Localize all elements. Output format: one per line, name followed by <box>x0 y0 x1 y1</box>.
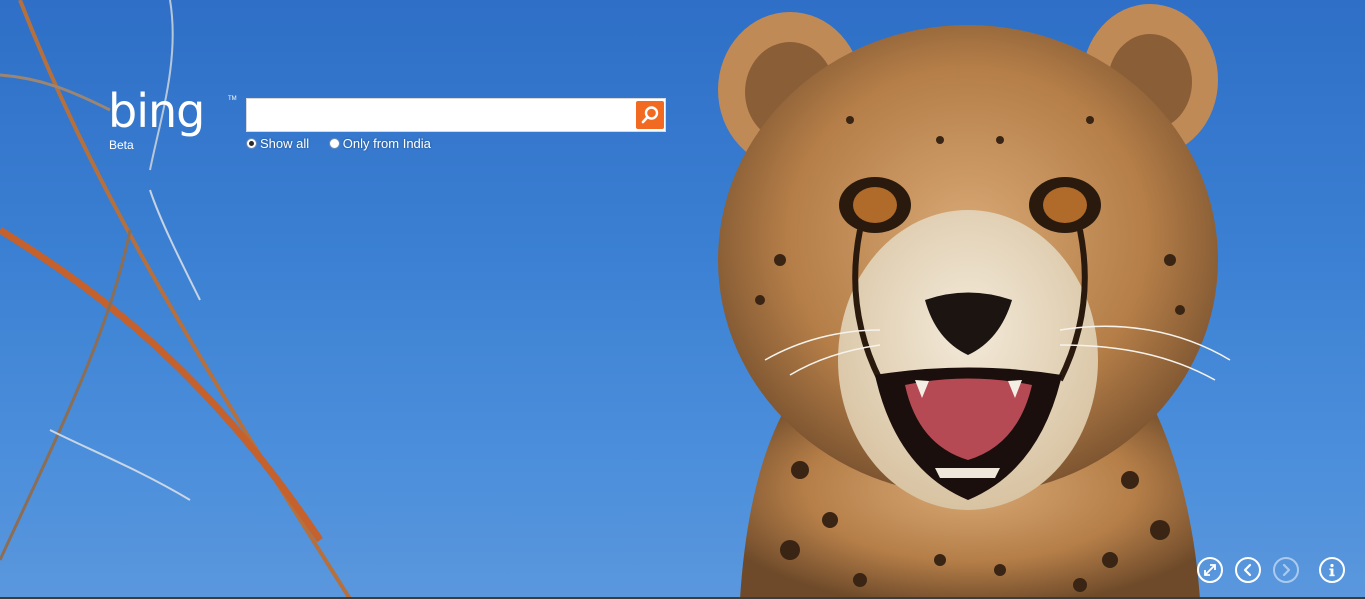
fullscreen-button[interactable] <box>1197 557 1223 583</box>
scope-label: Show all <box>260 136 310 151</box>
chevron-left-icon <box>1243 563 1252 577</box>
bing-logo[interactable]: bing TM Beta <box>108 86 238 152</box>
header: bing TM Beta Show all Only from India <box>0 0 1365 170</box>
search-box <box>246 98 666 132</box>
search-scope: Show all Only from India <box>246 136 447 152</box>
chevron-right-icon <box>1282 563 1291 577</box>
search-input[interactable] <box>253 103 635 129</box>
radio-selected-icon[interactable] <box>246 138 257 149</box>
previous-image-button[interactable] <box>1235 557 1261 583</box>
logo-wordmark: bing <box>108 84 205 138</box>
radio-unselected-icon[interactable] <box>328 138 340 149</box>
scope-show-all[interactable]: Show all <box>246 136 309 151</box>
magnifier-icon <box>641 106 659 124</box>
logo-trademark: TM <box>228 96 237 102</box>
info-icon <box>1329 563 1335 577</box>
fullscreen-icon <box>1204 564 1216 576</box>
next-image-button[interactable] <box>1273 557 1299 583</box>
scope-only-india[interactable]: Only from India <box>328 136 431 151</box>
info-button[interactable] <box>1319 557 1345 583</box>
logo-beta-tag: Beta <box>109 138 134 152</box>
search-button[interactable] <box>636 101 664 129</box>
scope-label: Only from India <box>342 136 431 151</box>
